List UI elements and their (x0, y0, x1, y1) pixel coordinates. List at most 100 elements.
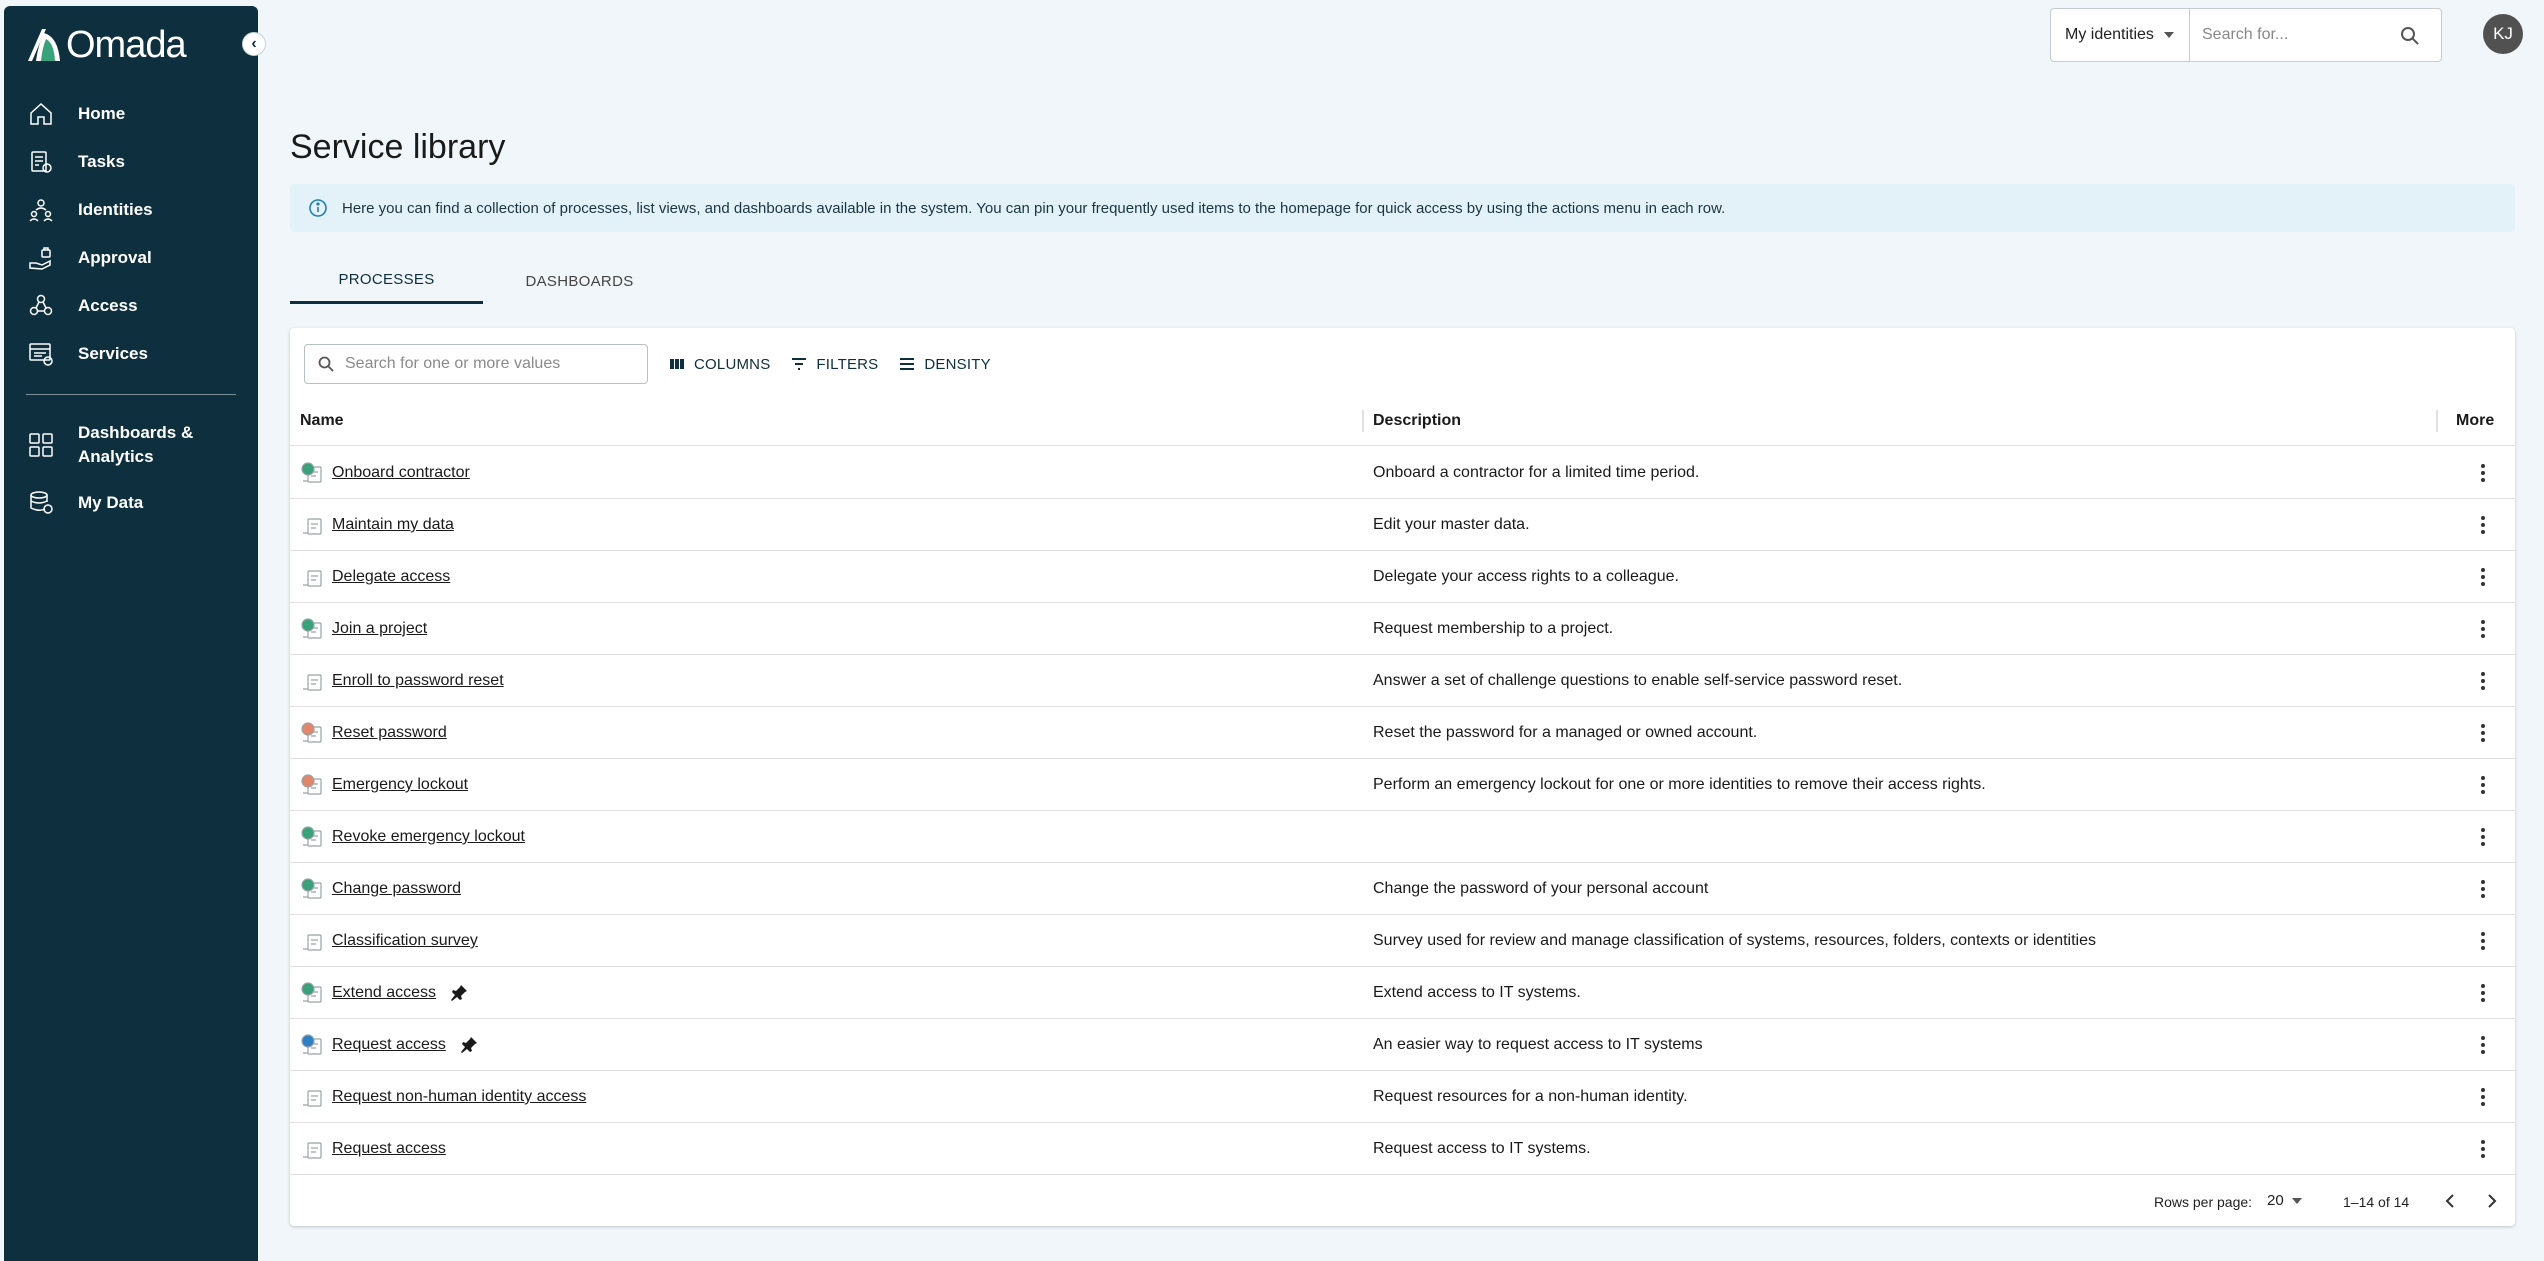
previous-page-button[interactable] (2440, 1190, 2462, 1212)
table-row[interactable]: Revoke emergency lockout (290, 811, 2515, 863)
sidebar-item-my-data[interactable]: My Data (4, 479, 258, 527)
table-row[interactable]: Classification survey Survey used for re… (290, 915, 2515, 967)
process-name-link[interactable]: Extend access (332, 984, 436, 1002)
process-name-link[interactable]: Enroll to password reset (332, 672, 504, 690)
global-search-input[interactable] (2202, 26, 2392, 44)
caret-down-icon (2163, 32, 2174, 38)
density-label: DENSITY (924, 355, 991, 373)
table-row[interactable]: Reset password Reset the password for a … (290, 707, 2515, 759)
column-separator[interactable] (1362, 410, 1364, 432)
name-cell: Emergency lockout (300, 759, 468, 811)
more-vertical-icon (2481, 828, 2485, 846)
row-actions-button[interactable] (2470, 876, 2496, 902)
table-row[interactable]: Delegate access Delegate your access rig… (290, 551, 2515, 603)
description-cell: Delegate your access rights to a colleag… (1373, 568, 1679, 585)
table-row[interactable]: Join a project Request membership to a p… (290, 603, 2515, 655)
description-cell: Edit your master data. (1373, 516, 1530, 533)
row-actions-button[interactable] (2470, 564, 2496, 590)
table-search-input[interactable] (345, 355, 635, 373)
process-name-link[interactable]: Maintain my data (332, 516, 454, 534)
process-name-link[interactable]: Request access (332, 1140, 446, 1158)
process-name-link[interactable]: Delegate access (332, 568, 450, 586)
row-actions-button[interactable] (2470, 980, 2496, 1006)
sidebar-item-tasks[interactable]: Tasks (4, 138, 258, 186)
row-actions-button[interactable] (2470, 928, 2496, 954)
process-name-link[interactable]: Change password (332, 880, 461, 898)
table-row[interactable]: Onboard contractor Onboard a contractor … (290, 447, 2515, 499)
process-name-link[interactable]: Onboard contractor (332, 464, 470, 482)
table-row[interactable]: Enroll to password reset Answer a set of… (290, 655, 2515, 707)
row-actions-button[interactable] (2470, 616, 2496, 642)
column-header-description[interactable]: Description (1373, 396, 1461, 446)
table-row[interactable]: Maintain my data Edit your master data. (290, 499, 2515, 551)
search-icon[interactable] (2399, 25, 2421, 47)
name-cell: Enroll to password reset (300, 655, 504, 707)
table-row[interactable]: Change password Change the password of y… (290, 863, 2515, 915)
table-toolbar: COLUMNS FILTERS DENSITY (304, 344, 991, 384)
sidebar-item-label: Home (78, 104, 126, 123)
filters-button[interactable]: FILTERS (790, 355, 878, 373)
tab-processes[interactable]: PROCESSES (290, 258, 483, 304)
row-actions-button[interactable] (2470, 720, 2496, 746)
columns-button[interactable]: COLUMNS (668, 355, 770, 373)
column-header-name[interactable]: Name (300, 396, 344, 446)
info-banner-text: Here you can find a collection of proces… (342, 199, 1726, 217)
density-icon (900, 358, 915, 370)
row-actions-button[interactable] (2470, 772, 2496, 798)
density-button[interactable]: DENSITY (898, 355, 991, 373)
description-cell: Change the password of your personal acc… (1373, 880, 1709, 897)
table-row[interactable]: Request access Request access to IT syst… (290, 1123, 2515, 1175)
process-name-link[interactable]: Request non-human identity access (332, 1088, 586, 1106)
process-name-link[interactable]: Request access (332, 1036, 446, 1054)
sidebar-item-label: Tasks (78, 152, 125, 171)
process-name-link[interactable]: Reset password (332, 724, 447, 742)
table-row[interactable]: Request access An easier way to request … (290, 1019, 2515, 1071)
row-actions-button[interactable] (2470, 512, 2496, 538)
tab-dashboards[interactable]: DASHBOARDS (483, 258, 676, 304)
avatar[interactable]: KJ (2483, 14, 2523, 54)
rows-per-page-select[interactable]: 20 (2267, 1192, 2302, 1209)
row-actions-button[interactable] (2470, 460, 2496, 486)
scope-select[interactable]: My identities (2050, 8, 2190, 62)
scope-select-label: My identities (2065, 26, 2154, 43)
more-vertical-icon (2481, 464, 2485, 482)
description-cell: Request access to IT systems. (1373, 1140, 1591, 1157)
sidebar-item-label: Identities (78, 200, 153, 219)
collapse-sidebar-button[interactable]: ‹ (242, 32, 266, 56)
process-icon (300, 929, 324, 953)
global-search (2189, 8, 2442, 62)
sidebar-item-access[interactable]: Access (4, 282, 258, 330)
sidebar-item-identities[interactable]: Identities (4, 186, 258, 234)
process-name-link[interactable]: Join a project (332, 620, 427, 638)
process-icon (300, 1085, 324, 1109)
sidebar-item-services[interactable]: Services (4, 330, 258, 378)
process-icon (300, 617, 324, 641)
services-icon (26, 339, 56, 369)
description-cell: An easier way to request access to IT sy… (1373, 1036, 1703, 1053)
process-icon (300, 461, 324, 485)
sidebar-item-label: Dashboards & Analytics (78, 423, 194, 466)
row-actions-button[interactable] (2470, 668, 2496, 694)
search-icon (318, 356, 334, 372)
name-cell: Request access (300, 1019, 478, 1071)
sidebar-item-dashboards[interactable]: Dashboards & Analytics (4, 411, 258, 479)
omada-logo[interactable]: Omada (24, 22, 187, 68)
process-name-link[interactable]: Emergency lockout (332, 776, 468, 794)
table-row[interactable]: Request non-human identity access Reques… (290, 1071, 2515, 1123)
next-page-button[interactable] (2480, 1190, 2502, 1212)
process-name-link[interactable]: Classification survey (332, 932, 478, 950)
column-separator[interactable] (2436, 410, 2438, 432)
row-actions-button[interactable] (2470, 1032, 2496, 1058)
sidebar-item-label: Approval (78, 248, 152, 267)
sidebar-item-home[interactable]: Home (4, 90, 258, 138)
table-row[interactable]: Emergency lockout Perform an emergency l… (290, 759, 2515, 811)
description-cell: Answer a set of challenge questions to e… (1373, 672, 1903, 689)
row-actions-button[interactable] (2470, 1084, 2496, 1110)
table-pagination: Rows per page: 20 1–14 of 14 (290, 1180, 2515, 1226)
row-actions-button[interactable] (2470, 1136, 2496, 1162)
sidebar-item-approval[interactable]: Approval (4, 234, 258, 282)
table-row[interactable]: Extend access Extend access to IT system… (290, 967, 2515, 1019)
process-icon (300, 773, 324, 797)
row-actions-button[interactable] (2470, 824, 2496, 850)
process-name-link[interactable]: Revoke emergency lockout (332, 828, 525, 846)
